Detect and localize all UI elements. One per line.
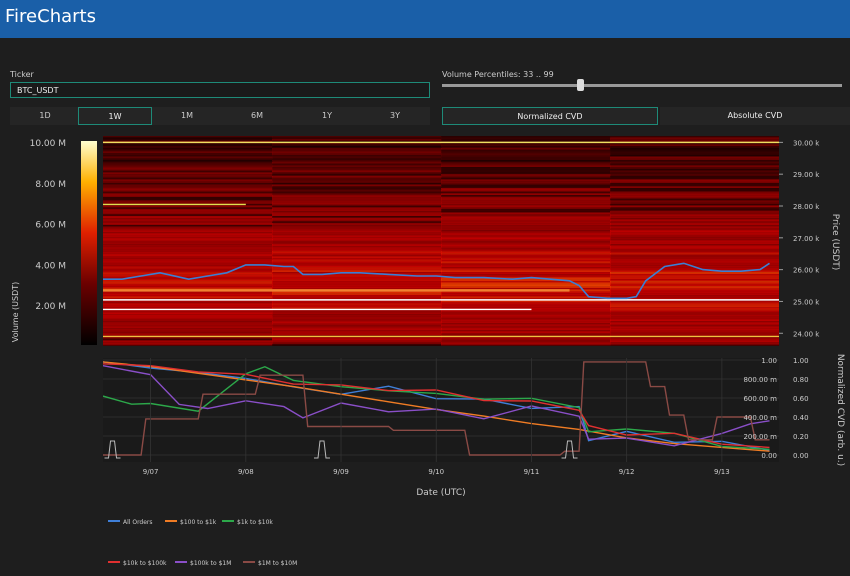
date-tick: 9/10 [428, 468, 444, 476]
colorbar-tick: 6.00 M [35, 221, 66, 231]
legend-item: $100 to $1k [180, 519, 217, 526]
date-axis-label: Date (UTC) [416, 488, 465, 498]
colorbar-label: Volume (USDT) [11, 282, 20, 343]
cvd-tick-left: 800.00 m [743, 376, 777, 384]
colorbar-tick: 2.00 M [35, 302, 66, 312]
price-tick: 27.00 k [793, 235, 820, 243]
date-tick: 9/08 [238, 468, 254, 476]
heatmap-cell [103, 136, 273, 138]
date-tick: 9/09 [333, 468, 349, 476]
legend: All Orders $100 to $1k $1k to $10k $10k to … [108, 519, 297, 567]
firechart-figure: 2.00 M 4.00 M 6.00 M 8.00 M 10.00 M Volume (… [11, 136, 845, 567]
heatmap-cell [441, 136, 611, 138]
cvd-tick-right: 1.00 [793, 357, 809, 365]
colorbar-tick: 10.00 M [30, 139, 66, 149]
price-tick: 30.00 k [793, 139, 820, 147]
cvd-tick-left: 600.00 m [743, 395, 777, 403]
colorbar [81, 141, 97, 345]
cvd-tick-left: 0.00 [761, 452, 777, 460]
cvd-axis-label: Normalized CVD (arb. u.) [835, 354, 845, 466]
cvd-tick-right: 0.60 [793, 395, 809, 403]
price-tick: 26.00 k [793, 267, 820, 275]
cvd-tick-right: 0.00 [793, 452, 809, 460]
price-tick: 28.00 k [793, 203, 820, 211]
colorbar-tick: 4.00 M [35, 261, 66, 271]
price-tick: 24.00 k [793, 330, 820, 338]
cvd-tick-left: 400.00 m [743, 414, 777, 422]
legend-item: $1k to $10k [237, 519, 273, 526]
date-tick: 9/11 [524, 468, 540, 476]
cvd-tick-right: 0.80 [793, 376, 809, 384]
cvd-tick-right: 0.20 [793, 433, 809, 441]
legend-item: $100k to $1M [190, 560, 231, 567]
legend-item: $10k to $100k [123, 560, 167, 567]
legend-item: All Orders [123, 519, 153, 526]
legend-item: $1M to $10M [258, 560, 297, 567]
date-tick: 9/13 [714, 468, 730, 476]
heatmap-cell [272, 136, 442, 138]
price-axis-label: Price (USDT) [830, 214, 840, 271]
date-tick: 9/07 [143, 468, 159, 476]
cvd-tick-left: 1.00 [761, 357, 777, 365]
cvd-tick-left: 200.00 m [743, 433, 777, 441]
price-tick: 29.00 k [793, 171, 820, 179]
date-tick: 9/12 [619, 468, 635, 476]
heatmap-cell [610, 136, 779, 138]
price-tick: 25.00 k [793, 298, 820, 306]
cvd-tick-right: 0.40 [793, 414, 809, 422]
colorbar-tick: 8.00 M [35, 180, 66, 190]
